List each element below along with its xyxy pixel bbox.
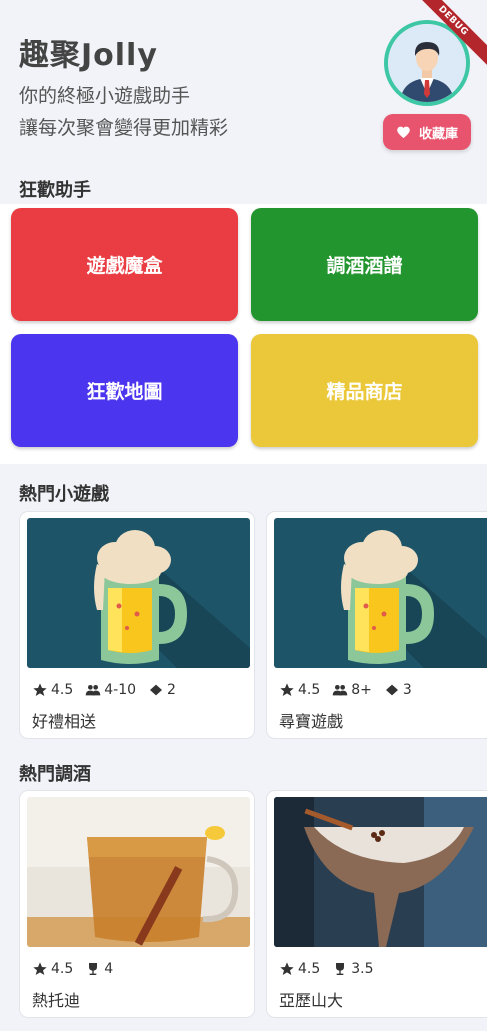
header: 趣聚Jolly 你的終極小遊戲助手 讓每次聚會變得更加精彩 xyxy=(19,30,228,144)
wine-glass-icon xyxy=(89,963,98,975)
star-icon xyxy=(33,683,47,696)
popular-games-title: 熱門小遊戲 xyxy=(19,484,109,505)
difficulty-icon xyxy=(385,684,398,696)
subtitle-line-1: 你的終極小遊戲助手 xyxy=(19,85,191,107)
rating-value: 4.5 xyxy=(298,682,321,698)
cocktail-name: 熱托迪 xyxy=(32,991,81,1010)
group-icon xyxy=(85,685,101,696)
party-map-tile[interactable]: 狂歡地圖 xyxy=(11,334,238,447)
favorites-button[interactable]: 收藏庫 xyxy=(383,114,471,150)
game-stats: 4.5 4-10 2 xyxy=(32,682,176,698)
star-icon xyxy=(280,962,294,975)
cocktail-stats: 4.5 4 xyxy=(32,961,113,977)
game-name: 好禮相送 xyxy=(32,712,97,731)
game-card[interactable]: 4.5 8+ 3 尋寶遊戲 xyxy=(266,511,487,739)
cocktail-name: 亞歷山大 xyxy=(279,991,344,1010)
game-name: 尋寶遊戲 xyxy=(279,712,344,731)
avatar[interactable] xyxy=(384,20,470,106)
difficulty-icon xyxy=(150,684,163,696)
game-card[interactable]: 4.5 4-10 2 好禮相送 xyxy=(19,511,255,739)
popular-cocktails-title: 熱門調酒 xyxy=(19,764,91,785)
app-title: 趣聚Jolly xyxy=(19,38,158,73)
group-icon xyxy=(332,685,348,696)
star-icon xyxy=(280,683,294,696)
subtitle: 你的終極小遊戲助手 讓每次聚會變得更加精彩 xyxy=(19,80,228,144)
party-helper-title: 狂歡助手 xyxy=(19,180,91,201)
cocktail-recipes-tile[interactable]: 調酒酒譜 xyxy=(251,208,478,321)
difficulty-value: 3 xyxy=(402,682,412,698)
game-box-tile[interactable]: 遊戲魔盒 xyxy=(11,208,238,321)
cocktail-stats: 4.5 3.5 xyxy=(279,961,374,977)
favorites-label: 收藏庫 xyxy=(418,126,458,142)
players-value: 8+ xyxy=(351,682,372,698)
beer-mug-image xyxy=(27,518,250,668)
game-stats: 4.5 8+ 3 xyxy=(279,682,412,698)
difficulty-value: 2 xyxy=(167,682,176,698)
hot-toddy-image xyxy=(27,797,250,947)
party-helper-grid: 遊戲魔盒 調酒酒譜 狂歡地圖 精品商店 xyxy=(0,204,487,464)
cocktail-card[interactable]: 4.5 4 熱托迪 xyxy=(19,790,255,1018)
players-value: 4-10 xyxy=(104,682,137,698)
rating-value: 4.5 xyxy=(51,682,74,698)
wine-glass-icon xyxy=(336,963,345,975)
heart-icon xyxy=(397,126,410,138)
star-icon xyxy=(33,962,47,975)
strength-value: 3.5 xyxy=(351,961,374,977)
subtitle-line-2: 讓每次聚會變得更加精彩 xyxy=(19,117,229,139)
rating-value: 4.5 xyxy=(51,961,74,977)
strength-value: 4 xyxy=(104,961,114,977)
alexander-image xyxy=(274,797,487,947)
rating-value: 4.5 xyxy=(298,961,321,977)
beer-mug-image xyxy=(274,518,487,668)
user-avatar-icon xyxy=(388,24,466,102)
boutique-shop-tile[interactable]: 精品商店 xyxy=(251,334,478,447)
cocktail-card[interactable]: 4.5 3.5 亞歷山大 xyxy=(266,790,487,1018)
